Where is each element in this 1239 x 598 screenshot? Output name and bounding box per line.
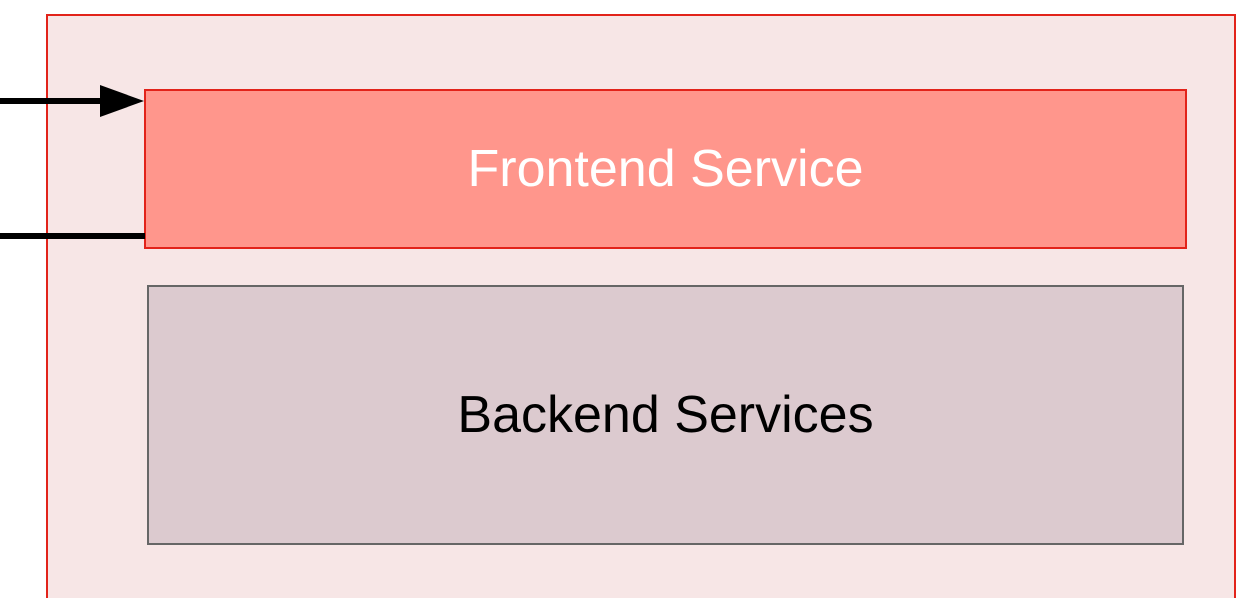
incoming-arrow — [0, 85, 144, 117]
diagram-canvas: Frontend Service Backend Services — [0, 0, 1239, 598]
connector-layer — [0, 85, 145, 239]
incoming-arrowhead-icon — [100, 85, 144, 117]
